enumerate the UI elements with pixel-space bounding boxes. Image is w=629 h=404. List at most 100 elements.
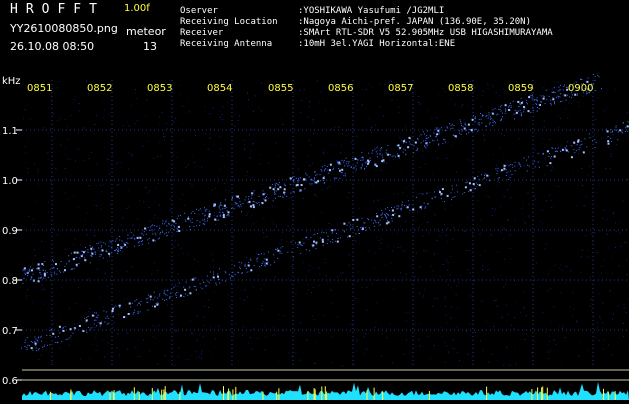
noise-dot [251, 150, 252, 151]
noise-dot [626, 260, 627, 261]
noise-dot [616, 231, 617, 232]
trace-dot [33, 274, 34, 275]
noise-dot [331, 362, 332, 363]
trace-dot [119, 306, 120, 307]
noise-dot [48, 108, 49, 109]
noise-dot [69, 308, 70, 309]
noise-dot [176, 289, 177, 290]
noise-dot [127, 298, 128, 299]
trace-dot [276, 191, 277, 192]
noise-dot [534, 150, 535, 151]
noise-dot [154, 218, 155, 219]
trace-dot [559, 96, 560, 97]
noise-dot [478, 200, 479, 201]
trace-dot [291, 242, 292, 243]
noise-dot [416, 346, 417, 347]
trace-dot [293, 181, 294, 182]
trace-dot [131, 232, 132, 233]
noise-dot [551, 207, 552, 208]
noise-dot [189, 111, 190, 112]
noise-dot [289, 152, 290, 153]
trace-dot [313, 180, 314, 181]
trace-dot [505, 113, 506, 114]
trace-dot [566, 150, 568, 152]
trace-dot [116, 249, 117, 250]
noise-dot [349, 265, 350, 266]
noise-dot [462, 104, 463, 105]
trace-dot [240, 204, 241, 205]
trace-dot [258, 202, 259, 203]
trace-dot [55, 263, 57, 265]
trace-dot [497, 171, 498, 172]
noise-dot [302, 239, 303, 240]
noise-dot [148, 309, 149, 310]
noise-dot [546, 244, 547, 245]
noise-dot [359, 207, 360, 208]
trace-dot [178, 230, 180, 232]
trace-dot [384, 162, 385, 163]
trace-dot [500, 106, 501, 107]
trace-dot [498, 109, 499, 110]
trace-dot [518, 111, 519, 112]
noise-dot [48, 202, 49, 203]
trace-dot [236, 196, 238, 198]
noise-dot [564, 282, 565, 283]
trace-dot [573, 142, 575, 144]
noise-dot [487, 195, 488, 196]
trace-dot [453, 135, 454, 136]
noise-dot [398, 107, 399, 108]
trace-dot [461, 123, 462, 124]
noise-dot [118, 314, 119, 315]
trace-dot [100, 326, 101, 327]
noise-dot [224, 255, 225, 256]
noise-dot [594, 232, 595, 233]
noise-dot [613, 313, 614, 314]
noise-dot [291, 356, 292, 357]
noise-dot [472, 298, 473, 299]
trace-dot [252, 204, 254, 206]
trace-dot [190, 229, 191, 230]
trace-dot [298, 244, 299, 245]
trace-dot [265, 199, 267, 201]
trace-dot [196, 289, 197, 290]
trace-dot [54, 268, 55, 269]
trace-dot [543, 154, 544, 155]
noise-dot [58, 81, 59, 82]
trace-dot [35, 345, 36, 346]
noise-dot [366, 310, 367, 311]
trace-dot [149, 238, 150, 239]
noise-dot [539, 84, 540, 85]
noise-dot [340, 273, 341, 274]
noise-dot [581, 256, 582, 257]
noise-dot [190, 320, 191, 321]
trace-dot [280, 196, 281, 197]
noise-dot [122, 251, 123, 252]
trace-dot [452, 186, 453, 187]
noise-dot [65, 193, 66, 194]
noise-dot [332, 112, 333, 113]
trace-dot [256, 259, 257, 260]
trace-dot [330, 164, 332, 166]
noise-dot [233, 237, 234, 238]
noise-dot [319, 183, 320, 184]
noise-dot [574, 309, 575, 310]
noise-dot [27, 289, 28, 290]
noise-dot [49, 327, 50, 328]
noise-dot [23, 118, 24, 119]
trace-dot [252, 192, 253, 193]
trace-dot [521, 102, 523, 104]
trace-dot [196, 225, 197, 226]
trace-dot [331, 229, 333, 231]
trace-dot [352, 226, 353, 227]
noise-dot [452, 145, 453, 146]
noise-dot [162, 112, 163, 113]
trace-dot [386, 222, 388, 224]
trace-dot [27, 345, 28, 346]
trace-dot [215, 283, 216, 284]
noise-dot [187, 101, 188, 102]
noise-dot [156, 281, 157, 282]
noise-dot [560, 265, 561, 266]
noise-dot [622, 111, 623, 112]
noise-dot [354, 130, 355, 131]
trace-dot [94, 312, 95, 313]
